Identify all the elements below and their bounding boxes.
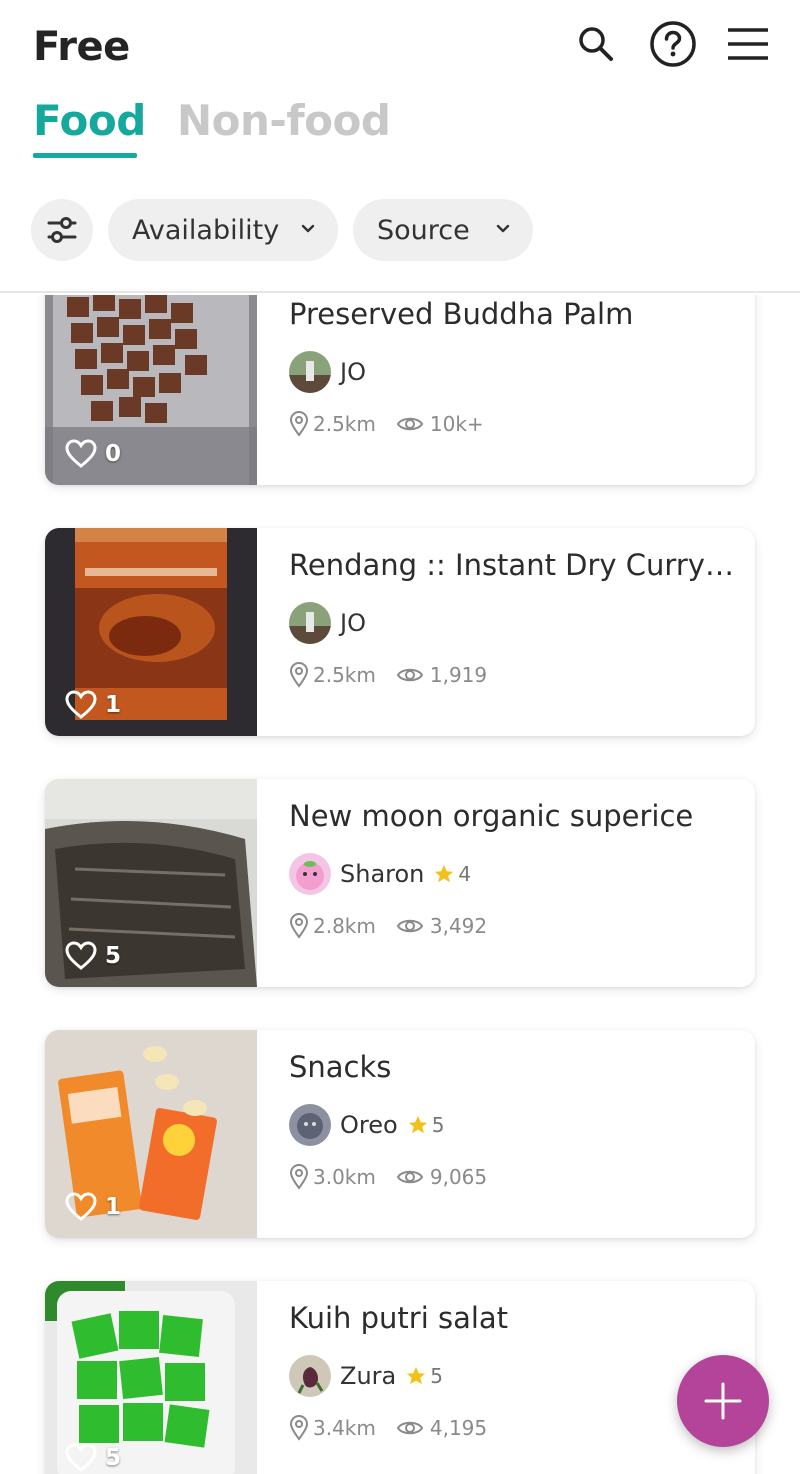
filter-settings-button[interactable] (31, 199, 93, 261)
user-rating: 5 (430, 1364, 443, 1388)
help-icon[interactable] (647, 18, 699, 70)
listing-card[interactable]: 5 New moon organic superice Sharon 4 2.8… (45, 779, 755, 987)
listing-card[interactable]: 1 Rendang :: Instant Dry Curry Paste JO … (45, 528, 755, 736)
heart-icon (65, 941, 97, 970)
listing-title[interactable]: Preserved Buddha Palm (289, 297, 735, 331)
user-rating: 4 (458, 862, 472, 886)
eye-icon (396, 1421, 424, 1435)
listing-title[interactable]: Snacks (289, 1050, 735, 1084)
location-pin-icon (289, 913, 309, 939)
star-icon (433, 863, 455, 885)
eye-icon (396, 668, 424, 682)
likes-count[interactable]: 1 (65, 1192, 121, 1222)
likes-count[interactable]: 0 (65, 439, 121, 469)
listing-meta: 2.8km 3,492 (289, 911, 487, 941)
listing-user[interactable]: Oreo 5 (289, 1104, 444, 1146)
eye-icon (396, 919, 424, 933)
listing-title[interactable]: Rendang :: Instant Dry Curry Paste (289, 548, 735, 582)
listing-user[interactable]: Sharon 4 (289, 853, 471, 895)
listing-user[interactable]: JO (289, 602, 366, 644)
availability-chip-label: Availability (132, 214, 280, 246)
location-pin-icon (289, 411, 309, 437)
listing-user[interactable]: JO (289, 351, 366, 393)
star-icon (407, 1114, 429, 1136)
heart-icon (65, 439, 97, 468)
location-pin-icon (289, 1164, 309, 1190)
distance: 2.8km (313, 914, 376, 938)
sliders-icon (47, 217, 77, 243)
listing-meta: 3.4km 4,195 (289, 1413, 487, 1443)
active-tab-indicator (33, 153, 137, 158)
chevron-down-icon (301, 224, 315, 233)
eye-icon (396, 417, 424, 431)
availability-filter-chip[interactable]: Availability (108, 199, 338, 261)
avatar (289, 853, 331, 895)
location-pin-icon (289, 1415, 309, 1441)
listing-meta: 3.0km 9,065 (289, 1162, 487, 1192)
view-count: 10k+ (429, 412, 484, 436)
distance: 3.4km (313, 1416, 376, 1440)
listing-title[interactable]: New moon organic superice (289, 799, 735, 833)
heart-icon (65, 1443, 97, 1472)
heart-icon (65, 1192, 97, 1221)
source-filter-chip[interactable]: Source (353, 199, 533, 261)
listing-photo: 0 (45, 295, 257, 485)
search-icon[interactable] (570, 18, 622, 70)
distance: 2.5km (313, 412, 376, 436)
eye-icon (396, 1170, 424, 1184)
view-count: 3,492 (429, 914, 488, 938)
menu-icon[interactable] (722, 18, 774, 70)
avatar (289, 351, 331, 393)
view-count: 1,919 (429, 663, 488, 687)
listing-meta: 2.5km 10k+ (289, 409, 484, 439)
distance: 2.5km (313, 663, 376, 687)
view-count: 9,065 (429, 1165, 488, 1189)
star-icon (405, 1365, 427, 1387)
distance: 3.0km (313, 1165, 376, 1189)
listing-photo: 1 (45, 528, 257, 736)
likes-count[interactable]: 5 (65, 941, 121, 971)
add-listing-button[interactable] (677, 1355, 769, 1447)
listing-photo: 1 (45, 1030, 257, 1238)
listing-meta: 2.5km 1,919 (289, 660, 487, 690)
listing-photo: 5 (45, 779, 257, 987)
plus-icon (704, 1382, 742, 1420)
tab-non-food[interactable]: Non-food (177, 96, 391, 145)
location-pin-icon (289, 662, 309, 688)
listing-photo: 5 (45, 1281, 257, 1474)
listing-feed[interactable]: 0 Preserved Buddha Palm JO 2.5km 10k+ 1 … (0, 295, 800, 1474)
listing-title[interactable]: Kuih putri salat (289, 1301, 735, 1335)
heart-icon (65, 690, 97, 719)
listing-card[interactable]: 5 Kuih putri salat Zura 5 3.4km 4,195 (45, 1281, 755, 1474)
tab-food[interactable]: Food (33, 96, 146, 145)
view-count: 4,195 (429, 1416, 488, 1440)
avatar (289, 1104, 331, 1146)
top-bar: Free Food Non-food Availability Source (0, 0, 800, 293)
listing-card[interactable]: 0 Preserved Buddha Palm JO 2.5km 10k+ (45, 295, 755, 485)
avatar (289, 602, 331, 644)
likes-count[interactable]: 1 (65, 690, 121, 720)
source-chip-label: Source (377, 214, 470, 246)
chevron-down-icon (496, 224, 510, 233)
avatar (289, 1355, 331, 1397)
likes-count[interactable]: 5 (65, 1443, 121, 1473)
user-rating: 5 (431, 1113, 445, 1137)
listing-user[interactable]: Zura 5 (289, 1355, 443, 1397)
listing-card[interactable]: 1 Snacks Oreo 5 3.0km 9,065 (45, 1030, 755, 1238)
page-title: Free (33, 24, 130, 70)
